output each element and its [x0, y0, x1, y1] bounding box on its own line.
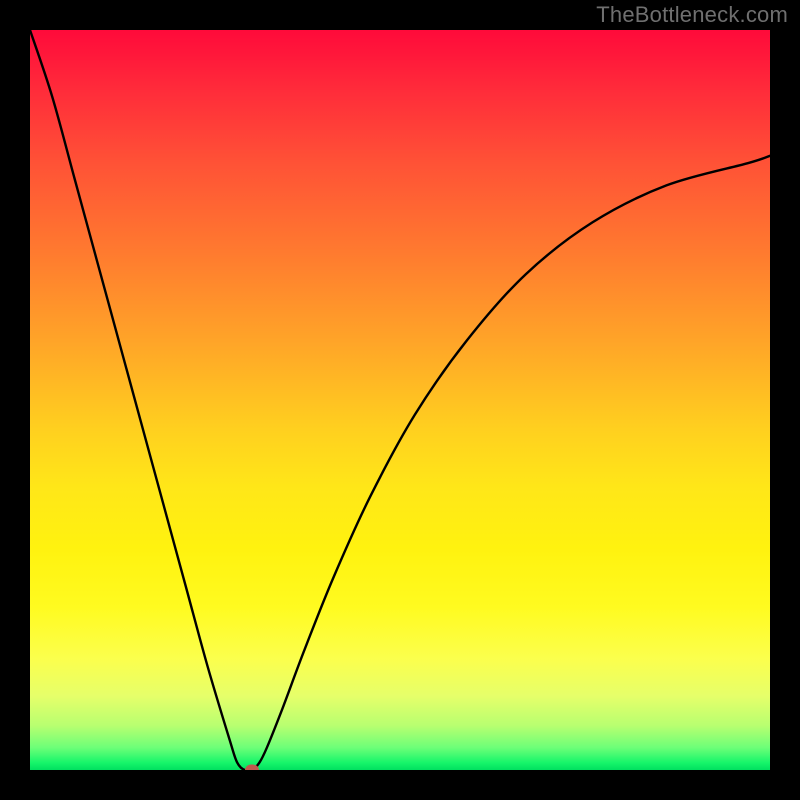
chart-frame: TheBottleneck.com: [0, 0, 800, 800]
minimum-marker: [245, 765, 259, 771]
watermark-label: TheBottleneck.com: [596, 2, 788, 28]
plot-area: [30, 30, 770, 770]
bottleneck-curve: [30, 30, 770, 770]
